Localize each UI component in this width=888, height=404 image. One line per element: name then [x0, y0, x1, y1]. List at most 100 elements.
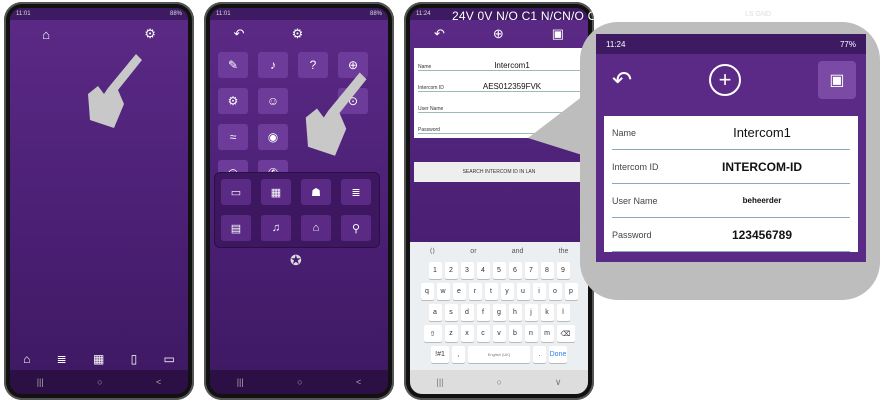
building-icon[interactable]: ▦	[93, 352, 104, 366]
list-search-icon[interactable]: ≣	[341, 179, 371, 205]
app-bar: ↶ ⊕ ▣	[410, 20, 588, 48]
door-icon[interactable]: ▯	[131, 352, 138, 366]
key[interactable]: m	[540, 325, 554, 342]
key[interactable]: c	[476, 325, 490, 342]
add-circle-icon[interactable]: ⊕	[493, 26, 504, 42]
key[interactable]: h	[508, 304, 522, 321]
add-circle-icon[interactable]: +	[709, 64, 742, 96]
chat-icon[interactable]: ▭	[163, 352, 174, 366]
key[interactable]: o	[548, 283, 562, 300]
wifi-icon[interactable]: ≈	[218, 124, 248, 150]
recent-apps-button[interactable]: |||	[37, 377, 44, 387]
key[interactable]: j	[524, 304, 538, 321]
done-key[interactable]: Done	[549, 346, 567, 363]
key[interactable]: l	[556, 304, 570, 321]
key[interactable]: d	[460, 304, 474, 321]
audio-icon[interactable]: ♫	[261, 215, 291, 241]
space-key[interactable]: English (UK)	[468, 346, 530, 363]
key[interactable]: 5	[492, 262, 506, 279]
key[interactable]: 3	[460, 262, 474, 279]
settings-icon[interactable]: ⚙	[218, 88, 248, 114]
camera-icon[interactable]: ☗	[301, 179, 331, 205]
symbols-key[interactable]: !#1	[431, 346, 449, 363]
intercom-id-field[interactable]: Intercom ID INTERCOM-ID	[612, 150, 850, 184]
key[interactable]: r	[468, 283, 482, 300]
home-button[interactable]: ○	[496, 377, 501, 387]
gallery-icon[interactable]: ⌂	[301, 215, 331, 241]
home-button[interactable]: ○	[97, 377, 102, 387]
key[interactable]: t	[484, 283, 498, 300]
home-button[interactable]: ○	[297, 377, 302, 387]
key[interactable]: 8	[540, 262, 554, 279]
suggestion[interactable]: and	[512, 248, 524, 255]
recent-apps-button[interactable]: |||	[237, 377, 244, 387]
key[interactable]: x	[460, 325, 474, 342]
suggestion[interactable]: or	[470, 248, 476, 255]
hide-keyboard-button[interactable]: ∨	[555, 377, 562, 388]
period-key[interactable]: .	[533, 346, 546, 363]
home-icon[interactable]: ⌂	[23, 352, 30, 366]
keyboard-row-4: !#1 , English (UK) . Done	[412, 346, 586, 363]
key[interactable]: 6	[508, 262, 522, 279]
app-bar: ↶ ⚙	[210, 20, 388, 48]
shortcut-panel: ▭ ▦ ☗ ≣ ▤ ♫ ⌂ ⚲	[214, 172, 380, 248]
key[interactable]: 9	[556, 262, 570, 279]
save-icon[interactable]: ▣	[552, 26, 564, 42]
zoomed-form: 11:24 77% ↶ + ▣ Name Intercom1 Intercom …	[596, 34, 866, 262]
user-name-field[interactable]: User Name beheerder	[612, 184, 850, 218]
key[interactable]: n	[524, 325, 538, 342]
key[interactable]: 4	[476, 262, 490, 279]
user-icon[interactable]: ☺	[258, 88, 288, 114]
settings-gear-icon: ⚙	[291, 26, 304, 41]
system-nav: ||| ○ ∨	[410, 370, 588, 394]
key[interactable]: q	[420, 283, 434, 300]
key[interactable]: u	[516, 283, 530, 300]
save-icon[interactable]: ▣	[817, 61, 856, 99]
key[interactable]: 7	[524, 262, 538, 279]
back-arrow-icon[interactable]: ↶	[234, 26, 245, 42]
list-icon[interactable]: ≣	[57, 352, 67, 366]
music-icon[interactable]: ♪	[258, 52, 288, 78]
edit-icon[interactable]: ✎	[218, 52, 248, 78]
shift-key[interactable]: ⇧	[423, 325, 442, 342]
key[interactable]: y	[500, 283, 514, 300]
password-field[interactable]: Password 123456789	[612, 218, 850, 252]
name-field[interactable]: Name Intercom1	[612, 116, 850, 150]
key[interactable]: e	[452, 283, 466, 300]
field-value[interactable]: 123456789	[674, 228, 850, 242]
chat-icon[interactable]: ▭	[221, 179, 251, 205]
key[interactable]: 1	[428, 262, 442, 279]
key[interactable]: 2	[444, 262, 458, 279]
suggestion[interactable]: the	[559, 248, 569, 255]
key[interactable]: p	[564, 283, 578, 300]
alarm-icon[interactable]: ⚲	[341, 215, 371, 241]
backspace-key[interactable]: ⌫	[556, 325, 575, 342]
status-time: 11:24	[416, 11, 431, 17]
eye-icon[interactable]: ◉	[258, 124, 288, 150]
building-icon[interactable]: ▤	[221, 215, 251, 241]
comma-key[interactable]: ,	[452, 346, 465, 363]
back-arrow-icon[interactable]: ↶	[434, 26, 445, 42]
field-value[interactable]: Intercom1	[674, 125, 850, 140]
key[interactable]: i	[532, 283, 546, 300]
back-button[interactable]: <	[156, 377, 161, 387]
suggestion-icon[interactable]: ⟨⟩	[430, 247, 435, 255]
home-icon[interactable]: ⌂	[42, 27, 50, 42]
key[interactable]: f	[476, 304, 490, 321]
back-arrow-icon[interactable]: ↶	[612, 66, 632, 95]
key[interactable]: w	[436, 283, 450, 300]
key[interactable]: a	[428, 304, 442, 321]
key[interactable]: z	[444, 325, 458, 342]
back-button[interactable]: <	[356, 377, 361, 387]
settings-gear-icon[interactable]: ⚙	[144, 26, 156, 42]
recent-apps-button[interactable]: |||	[436, 377, 443, 387]
key[interactable]: s	[444, 304, 458, 321]
field-value[interactable]: beheerder	[674, 196, 850, 205]
key[interactable]: b	[508, 325, 522, 342]
field-value[interactable]: INTERCOM-ID	[674, 160, 850, 174]
key[interactable]: g	[492, 304, 506, 321]
calendar-icon[interactable]: ▦	[261, 179, 291, 205]
field-label: Password	[418, 127, 440, 133]
key[interactable]: v	[492, 325, 506, 342]
key[interactable]: k	[540, 304, 554, 321]
